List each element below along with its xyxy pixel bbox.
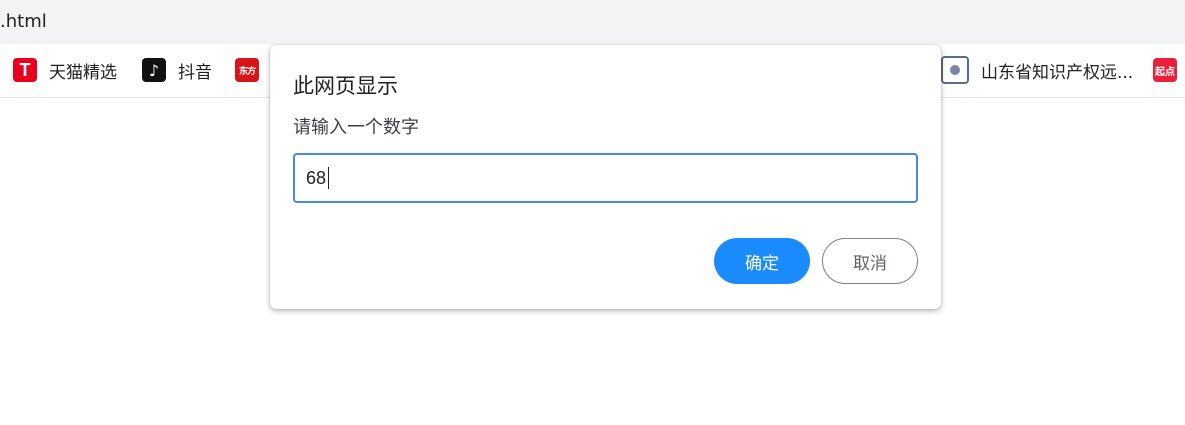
address-bar[interactable]: .html xyxy=(0,0,1185,44)
url-text[interactable]: .html xyxy=(0,11,47,33)
text-caret xyxy=(328,167,330,189)
dongfang-icon: 东方 xyxy=(235,58,259,82)
bookmark-shandong-ip[interactable]: 山东省知识产权远... xyxy=(941,56,1133,84)
dialog-title: 此网页显示 xyxy=(293,74,398,98)
douyin-icon: ♪ xyxy=(142,58,166,82)
ok-button[interactable]: 确定 xyxy=(714,238,810,284)
cancel-button[interactable]: 取消 xyxy=(822,238,918,284)
bookmark-label: 天猫精选 xyxy=(49,62,117,83)
prompt-input[interactable]: 68 xyxy=(293,153,918,203)
bookmark-tmall[interactable]: T 天猫精选 xyxy=(13,56,117,84)
prompt-dialog: 此网页显示 请输入一个数字 68 确定 取消 xyxy=(270,45,941,309)
qidian-icon: 起点 xyxy=(1153,58,1177,82)
bookmark-douyin[interactable]: ♪ 抖音 xyxy=(142,56,212,84)
tmall-icon: T xyxy=(13,58,37,82)
bookmark-label: 山东省知识产权远... xyxy=(981,62,1134,83)
prompt-input-value[interactable]: 68 xyxy=(295,168,326,189)
gov-emblem-icon xyxy=(941,56,969,84)
bookmark-qidian[interactable]: 起点 xyxy=(1153,56,1185,84)
dialog-message: 请输入一个数字 xyxy=(293,117,419,138)
bookmark-label: 抖音 xyxy=(178,62,212,83)
bookmark-dongfang[interactable]: 东方 xyxy=(235,56,271,84)
